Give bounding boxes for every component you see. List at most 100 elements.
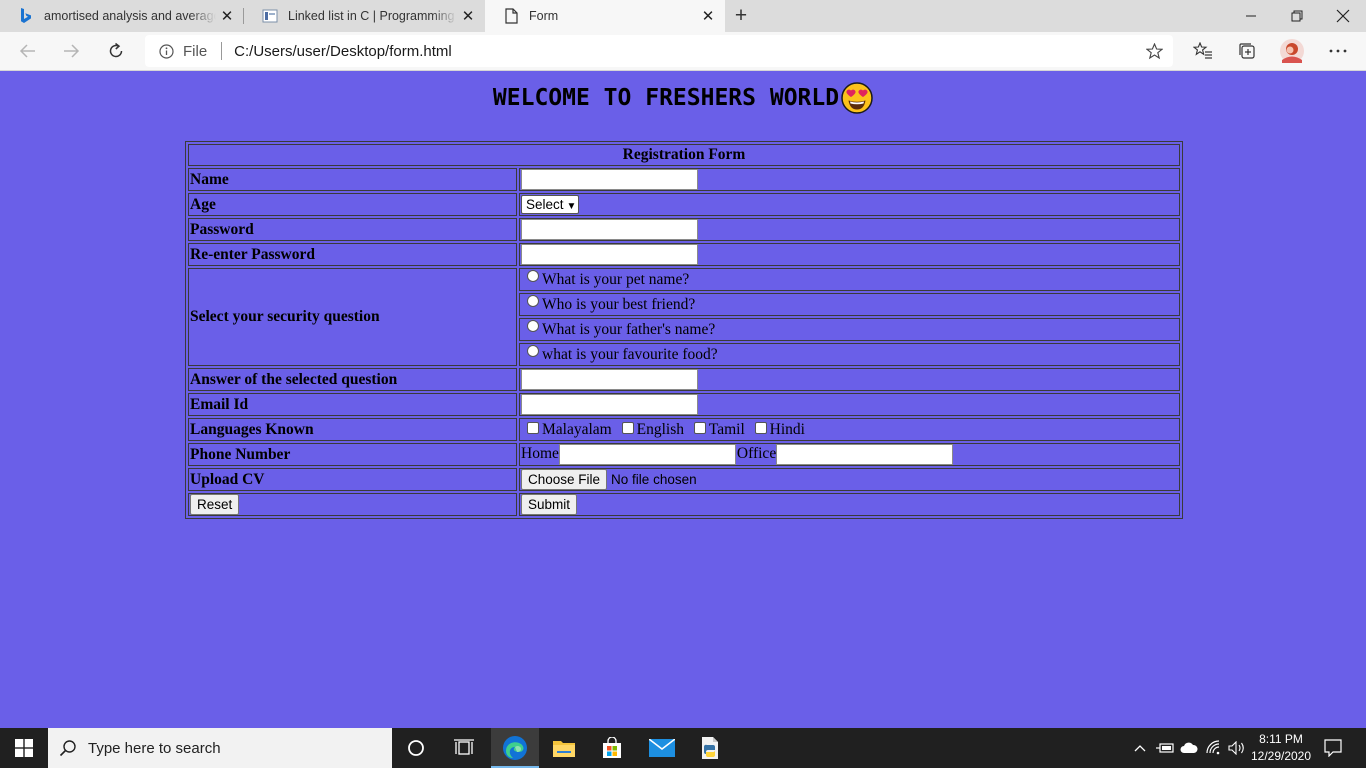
browser-tab-title: amortised analysis and average c: [44, 9, 216, 23]
settings-more-button[interactable]: [1323, 36, 1353, 66]
answer-input[interactable]: [521, 369, 698, 390]
cortana-circle-icon: [408, 740, 424, 756]
security-question-text: What is your father's name?: [542, 321, 716, 338]
info-icon[interactable]: [158, 43, 174, 59]
collections-icon: [1239, 43, 1255, 59]
language-checkbox-tamil[interactable]: [693, 421, 706, 434]
close-tab-icon[interactable]: ✕: [457, 5, 479, 27]
language-checkbox-english[interactable]: [621, 421, 634, 434]
reset-button[interactable]: Reset: [190, 494, 240, 515]
refresh-icon: [109, 42, 123, 58]
name-input[interactable]: [521, 169, 698, 190]
languages-label: Languages Known: [188, 418, 517, 441]
submit-button[interactable]: Submit: [521, 494, 578, 515]
registration-form-table: Registration Form Name Age Select ▼ Passw…: [185, 141, 1183, 519]
battery-tray-button[interactable]: [1155, 728, 1175, 768]
language-option: Tamil: [708, 420, 745, 438]
browser-tab-title: Form: [529, 9, 559, 23]
minimize-icon: [1246, 15, 1256, 17]
language-option: English: [636, 420, 684, 438]
profile-button[interactable]: [1277, 36, 1307, 66]
refresh-button[interactable]: [101, 36, 131, 66]
browser-tab-2[interactable]: Linked list in C | Programming S ✕: [244, 0, 485, 32]
browser-tab-1[interactable]: amortised analysis and average c ✕: [0, 0, 244, 32]
forward-arrow-icon: [64, 44, 80, 58]
email-input[interactable]: [521, 394, 698, 415]
age-select-value: Select: [526, 197, 564, 212]
page-title: WELCOME TO FRESHERS WORLD: [492, 85, 840, 111]
clock-date: 12/29/2020: [1250, 749, 1312, 763]
speaker-icon: [1228, 741, 1244, 755]
security-question-radio[interactable]: [527, 320, 539, 332]
favorites-button[interactable]: [1188, 36, 1218, 66]
bing-icon: [18, 8, 34, 24]
back-button[interactable]: [13, 36, 43, 66]
python-file-icon: [702, 737, 718, 759]
edge-browser-icon: [503, 736, 527, 760]
taskbar-store[interactable]: [588, 728, 636, 768]
password-input[interactable]: [521, 219, 698, 240]
restore-button[interactable]: [1274, 0, 1320, 32]
language-option: Malayalam: [542, 420, 612, 438]
security-question-radio[interactable]: [527, 295, 539, 307]
search-icon: [48, 739, 88, 757]
address-bar[interactable]: File C:/Users/user/Desktop/form.html: [145, 35, 1173, 67]
phone-office-input[interactable]: [776, 444, 954, 465]
taskbar-python-app[interactable]: [687, 728, 735, 768]
password-label: Password: [188, 218, 517, 241]
phone-home-label: Home: [521, 445, 559, 463]
task-view-button[interactable]: [440, 728, 488, 768]
taskbar-mail[interactable]: [638, 728, 686, 768]
language-checkbox-malayalam[interactable]: [527, 421, 539, 434]
favorite-star-icon[interactable]: [1145, 42, 1163, 60]
minimize-button[interactable]: [1228, 0, 1274, 32]
address-scheme: File: [183, 42, 208, 60]
no-file-text: No file chosen: [611, 472, 697, 487]
security-question-label: Select your security question: [188, 268, 517, 366]
show-hidden-icons-button[interactable]: [1131, 728, 1149, 768]
avatar: [1280, 39, 1304, 63]
battery-plug-icon: [1156, 743, 1174, 753]
security-question-radio[interactable]: [527, 270, 539, 282]
favorites-list-icon: [1193, 42, 1212, 59]
close-icon: [1336, 9, 1350, 23]
close-tab-icon[interactable]: ✕: [697, 5, 719, 27]
collections-button[interactable]: [1232, 36, 1262, 66]
more-icon: [1329, 49, 1347, 53]
heart-eyes-emoji-icon: [841, 82, 873, 114]
windows-logo-icon: [15, 739, 33, 757]
answer-label: Answer of the selected question: [188, 368, 517, 391]
reenter-password-input[interactable]: [521, 244, 698, 265]
close-window-button[interactable]: [1320, 0, 1366, 32]
address-url[interactable]: C:/Users/user/Desktop/form.html: [234, 43, 452, 60]
taskbar-edge[interactable]: [491, 728, 539, 768]
start-button[interactable]: [0, 728, 48, 768]
restore-icon: [1291, 10, 1303, 22]
security-question-radio[interactable]: [527, 345, 539, 357]
taskbar-clock[interactable]: 8:11 PM 12/29/2020: [1246, 731, 1316, 765]
address-divider: [221, 42, 223, 60]
forward-button[interactable]: [56, 36, 86, 66]
browser-tab-active[interactable]: Form ✕: [485, 0, 725, 32]
tab-strip: amortised analysis and average c ✕ Linke…: [0, 0, 1366, 32]
close-tab-icon[interactable]: ✕: [216, 5, 238, 27]
age-select[interactable]: Select ▼: [521, 195, 580, 214]
cortana-button[interactable]: [392, 728, 440, 768]
network-tray-button[interactable]: [1203, 728, 1225, 768]
cloud-icon: [1180, 742, 1198, 753]
folder-icon: [553, 741, 575, 757]
language-checkbox-hindi[interactable]: [754, 421, 767, 434]
phone-home-input[interactable]: [558, 444, 736, 465]
phone-label: Phone Number: [188, 443, 517, 466]
taskbar: Type here to search 8:11 PM 12/29/2020: [0, 728, 1366, 768]
taskbar-file-explorer[interactable]: [540, 728, 588, 768]
onedrive-tray-button[interactable]: [1178, 728, 1200, 768]
security-question-text: What is your pet name?: [542, 271, 690, 288]
taskbar-search-box[interactable]: Type here to search: [48, 728, 392, 768]
volume-tray-button[interactable]: [1226, 728, 1248, 768]
choose-file-button[interactable]: Choose File: [521, 469, 608, 490]
notifications-button[interactable]: [1320, 728, 1346, 768]
task-view-icon: [454, 739, 474, 755]
new-tab-button[interactable]: +: [729, 4, 753, 28]
page-icon: [503, 8, 519, 24]
